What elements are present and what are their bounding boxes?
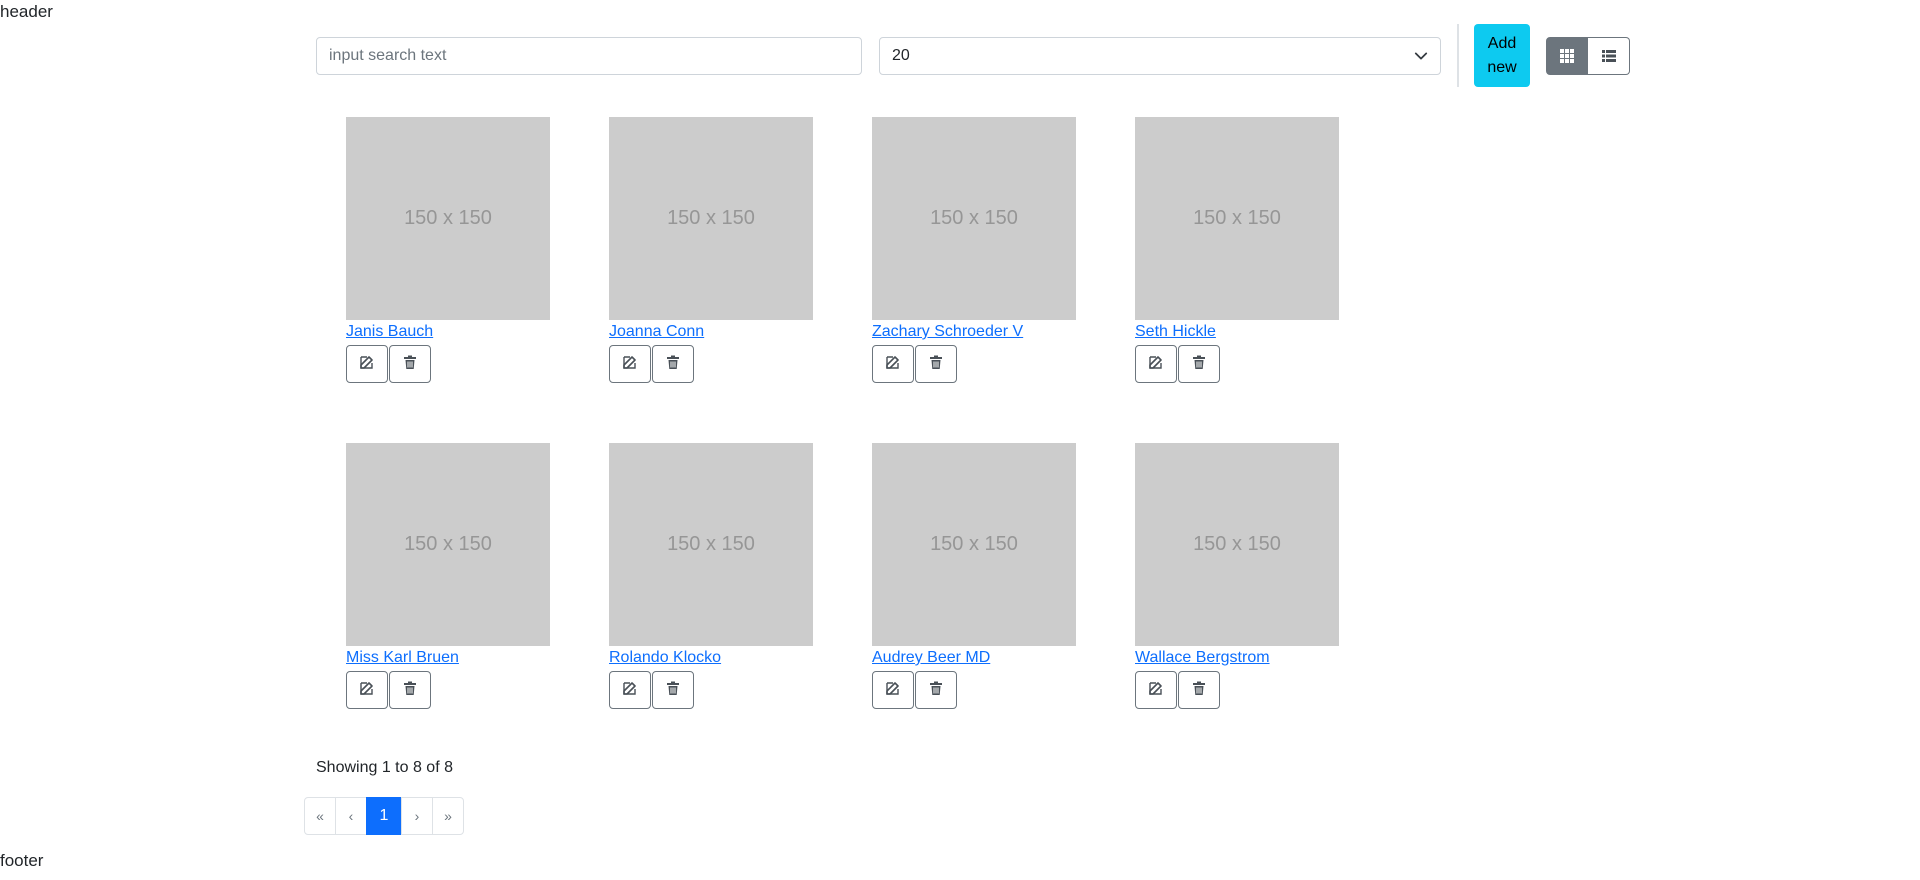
delete-button[interactable] — [915, 345, 957, 383]
person-card: 150 x 150 Joanna Conn — [609, 117, 813, 383]
person-name-link[interactable]: Joanna Conn — [609, 323, 813, 343]
trash-icon — [928, 354, 944, 375]
placeholder-image: 150 x 150 — [346, 443, 550, 646]
card-actions — [609, 671, 813, 709]
person-name-link[interactable]: Audrey Beer MD — [872, 649, 1076, 669]
delete-button[interactable] — [652, 671, 694, 709]
edit-icon — [622, 680, 638, 701]
edit-icon — [1148, 354, 1164, 375]
person-name-link[interactable]: Seth Hickle — [1135, 323, 1339, 343]
first-page-button[interactable]: « — [304, 797, 336, 835]
placeholder-image: 150 x 150 — [872, 443, 1076, 646]
edit-button[interactable] — [872, 671, 914, 709]
search-input[interactable] — [316, 37, 862, 75]
trash-icon — [665, 680, 681, 701]
add-new-button[interactable]: Add new — [1474, 24, 1530, 87]
delete-button[interactable] — [389, 671, 431, 709]
trash-icon — [665, 354, 681, 375]
person-card: 150 x 150 Zachary Schroeder V — [872, 117, 1076, 383]
results-summary: Showing 1 to 8 of 8 — [316, 759, 453, 776]
placeholder-image-label: 150 x 150 — [667, 207, 755, 229]
edit-icon — [359, 680, 375, 701]
trash-icon — [1191, 354, 1207, 375]
placeholder-image: 150 x 150 — [609, 443, 813, 646]
person-name-link[interactable]: Zachary Schroeder V — [872, 323, 1076, 343]
grid-view-button[interactable] — [1546, 37, 1588, 75]
placeholder-image: 150 x 150 — [609, 117, 813, 320]
edit-button[interactable] — [609, 345, 651, 383]
card-actions — [346, 345, 550, 383]
placeholder-image: 150 x 150 — [346, 117, 550, 320]
person-card: 150 x 150 Janis Bauch — [346, 117, 550, 383]
placeholder-image: 150 x 150 — [1135, 117, 1339, 320]
edit-button[interactable] — [1135, 345, 1177, 383]
placeholder-image: 150 x 150 — [1135, 443, 1339, 646]
edit-icon — [622, 354, 638, 375]
delete-button[interactable] — [1178, 345, 1220, 383]
card-actions — [1135, 671, 1339, 709]
edit-button[interactable] — [1135, 671, 1177, 709]
placeholder-image-label: 150 x 150 — [404, 533, 492, 555]
person-name-link[interactable]: Janis Bauch — [346, 323, 550, 343]
person-card: 150 x 150 Seth Hickle — [1135, 117, 1339, 383]
person-card: 150 x 150 Wallace Bergstrom — [1135, 443, 1339, 709]
trash-icon — [402, 680, 418, 701]
placeholder-image-label: 150 x 150 — [1193, 207, 1281, 229]
last-page-button[interactable]: » — [432, 797, 464, 835]
card-actions — [872, 671, 1076, 709]
delete-button[interactable] — [915, 671, 957, 709]
toolbar-divider — [1457, 24, 1459, 87]
placeholder-image-label: 150 x 150 — [1193, 533, 1281, 555]
list-icon — [1601, 50, 1616, 62]
edit-icon — [359, 354, 375, 375]
trash-icon — [928, 680, 944, 701]
placeholder-image-label: 150 x 150 — [930, 207, 1018, 229]
delete-button[interactable] — [652, 345, 694, 383]
person-name-link[interactable]: Rolando Klocko — [609, 649, 813, 669]
placeholder-image: 150 x 150 — [872, 117, 1076, 320]
page-header: header — [0, 2, 53, 21]
page-button-current[interactable]: 1 — [366, 797, 402, 835]
page-footer: footer — [0, 851, 44, 870]
delete-button[interactable] — [1178, 671, 1220, 709]
trash-icon — [402, 354, 418, 375]
placeholder-image-label: 150 x 150 — [667, 533, 755, 555]
card-actions — [346, 671, 550, 709]
person-name-link[interactable]: Wallace Bergstrom — [1135, 649, 1339, 669]
person-card: 150 x 150 Miss Karl Bruen — [346, 443, 550, 709]
edit-icon — [1148, 680, 1164, 701]
edit-icon — [885, 354, 901, 375]
placeholder-image-label: 150 x 150 — [404, 207, 492, 229]
edit-icon — [885, 680, 901, 701]
edit-button[interactable] — [872, 345, 914, 383]
chevron-down-icon — [1414, 52, 1428, 60]
page-size-value: 20 — [892, 47, 910, 64]
edit-button[interactable] — [609, 671, 651, 709]
page-size-select[interactable]: 20 — [879, 37, 1441, 75]
list-view-button[interactable] — [1588, 37, 1630, 75]
edit-button[interactable] — [346, 671, 388, 709]
placeholder-image-label: 150 x 150 — [930, 533, 1018, 555]
previous-page-button[interactable]: ‹ — [335, 797, 367, 835]
pagination: « ‹ 1 › » — [304, 797, 464, 835]
view-toggle — [1546, 37, 1630, 75]
toolbar: 20 Add new — [316, 24, 1630, 88]
grid-icon — [1560, 49, 1574, 63]
person-card: 150 x 150 Audrey Beer MD — [872, 443, 1076, 709]
trash-icon — [1191, 680, 1207, 701]
delete-button[interactable] — [389, 345, 431, 383]
next-page-button[interactable]: › — [401, 797, 433, 835]
card-actions — [1135, 345, 1339, 383]
edit-button[interactable] — [346, 345, 388, 383]
person-name-link[interactable]: Miss Karl Bruen — [346, 649, 550, 669]
person-card: 150 x 150 Rolando Klocko — [609, 443, 813, 709]
card-actions — [609, 345, 813, 383]
card-actions — [872, 345, 1076, 383]
